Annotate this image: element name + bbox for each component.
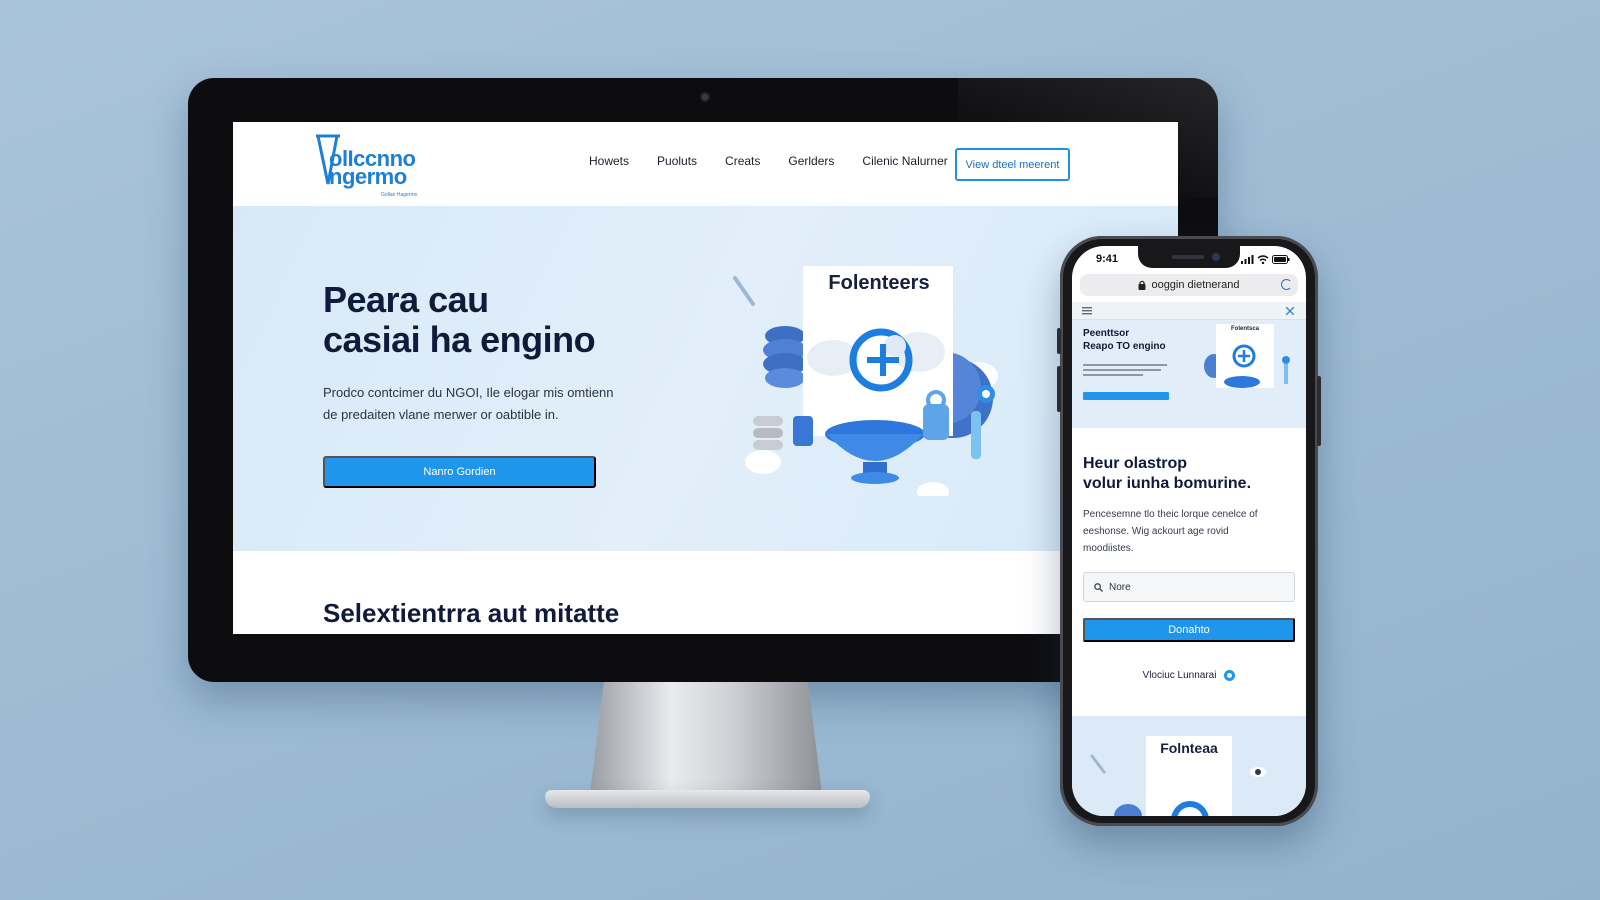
search-icon — [1094, 582, 1103, 592]
monitor-stand-neck — [590, 682, 822, 794]
nav-item-5[interactable]: Cilenic Nalurner — [862, 154, 947, 168]
mobile-preview-title: Peenttsor Reapo TO engino — [1083, 327, 1193, 353]
mobile-preview-title-line1: Peenttsor — [1083, 328, 1130, 339]
status-icons — [1241, 254, 1290, 264]
phone-power-button — [1317, 376, 1321, 446]
nav-item-3[interactable]: Creats — [725, 154, 760, 168]
lock-icon — [1138, 280, 1146, 290]
phone-screen: 9:41 ooggin dietnerand Peenttsor Reapo T… — [1072, 246, 1306, 816]
phone-side-button — [1057, 328, 1061, 354]
hero-description: Prodco contcimer du NGOI, Ile elogar mis… — [323, 382, 643, 426]
site-logo[interactable]: olIccnno ngermo Gollan Hagermo — [315, 132, 445, 198]
mobile-heading-line1: Heur olastrop — [1083, 455, 1188, 472]
mobile-donate-button[interactable]: Donahto — [1083, 618, 1295, 642]
mobile-search-field[interactable] — [1083, 572, 1295, 602]
mobile-preview-title-line2: Reapo TO engino — [1083, 341, 1166, 352]
nav-item-4[interactable]: Gerlders — [788, 154, 834, 168]
mobile-heading: Heur olastrop volur iunha bomurine. — [1083, 454, 1297, 494]
header-cta-button[interactable]: View dteel meerent — [955, 148, 1070, 181]
phone-notch — [1138, 246, 1240, 268]
browser-url-bar[interactable]: ooggin dietnerand — [1080, 274, 1298, 296]
link-arrow-icon — [1224, 670, 1236, 681]
hero-illustration: Folenteers — [723, 266, 1023, 496]
mobile-preview-button[interactable] — [1083, 392, 1169, 400]
phone-volume-button — [1057, 366, 1061, 412]
logo-text-line2: ngermo — [329, 164, 407, 189]
mobile-description-line2: eeshonse. Wig ackourt age rovid — [1083, 526, 1229, 537]
nav-item-2[interactable]: Puoluts — [657, 154, 697, 168]
close-icon[interactable] — [1286, 307, 1294, 315]
mobile-bottom-illustration — [1090, 736, 1266, 816]
hero-description-line1: Prodco contcimer du NGOI, Ile elogar mis… — [323, 385, 614, 400]
desktop-screen: olIccnno ngermo Gollan Hagermo Howets Pu… — [233, 122, 1178, 634]
hero-section: Peara cau casiai ha engino Prodco contci… — [233, 206, 1178, 551]
browser-url-text: ooggin dietnerand — [1151, 279, 1240, 291]
hero-primary-button[interactable]: Nanro Gordien — [323, 456, 596, 488]
mobile-hero-preview: Peenttsor Reapo TO engino Folentsca — [1072, 302, 1306, 428]
battery-icon — [1272, 254, 1290, 264]
hero-title: Peara cau casiai ha engino — [323, 280, 683, 360]
mobile-preview-text-lines — [1083, 364, 1167, 376]
hero-illustration-art — [733, 266, 998, 496]
illustration-title: Folenteers — [828, 272, 930, 294]
hero-description-line2: de predaiten vlane merwer or oabtible in… — [323, 407, 559, 422]
mobile-preview-topbar — [1072, 302, 1306, 320]
front-camera-icon — [1172, 253, 1220, 261]
mobile-bottom-section: Folnteaa — [1072, 716, 1306, 816]
mobile-preview-illustration — [1204, 324, 1290, 388]
mobile-search-input[interactable] — [1109, 581, 1279, 593]
monitor-stand-base — [545, 790, 870, 808]
mobile-bottom-title: Folnteaa — [1160, 740, 1218, 756]
status-time: 9:41 — [1096, 253, 1119, 265]
site-header: olIccnno ngermo Gollan Hagermo Howets Pu… — [233, 122, 1178, 206]
webcam-icon — [700, 92, 710, 102]
hero-title-line1: Peara cau — [323, 279, 489, 320]
mobile-secondary-link[interactable]: Vlociuc Lunnarai — [1072, 670, 1306, 681]
logo-tagline: Gollan Hagermo — [381, 192, 418, 198]
reload-icon[interactable] — [1281, 279, 1292, 290]
mobile-description-line3: moodiistes. — [1083, 543, 1134, 554]
nav-item-1[interactable]: Howets — [589, 154, 629, 168]
mobile-description: Pencesemne tlo theic lorque cenelce of e… — [1083, 506, 1297, 557]
wifi-icon — [1257, 254, 1269, 264]
hero-title-line2: casiai ha engino — [323, 319, 596, 360]
section-title: Selextientrra aut mitatte — [323, 598, 620, 628]
mobile-preview-card-title: Folentsca — [1230, 326, 1259, 332]
menu-icon[interactable] — [1082, 307, 1092, 315]
mobile-heading-line2: volur iunha bomurine. — [1083, 475, 1252, 492]
mobile-secondary-link-label: Vlociuc Lunnarai — [1142, 670, 1217, 681]
mobile-phone: 9:41 ooggin dietnerand Peenttsor Reapo T… — [1057, 236, 1321, 826]
main-nav: Howets Puoluts Creats Gerlders Cilenic N… — [589, 154, 976, 168]
mobile-description-line1: Pencesemne tlo theic lorque cenelce of — [1083, 509, 1258, 520]
signal-icon — [1241, 254, 1254, 264]
